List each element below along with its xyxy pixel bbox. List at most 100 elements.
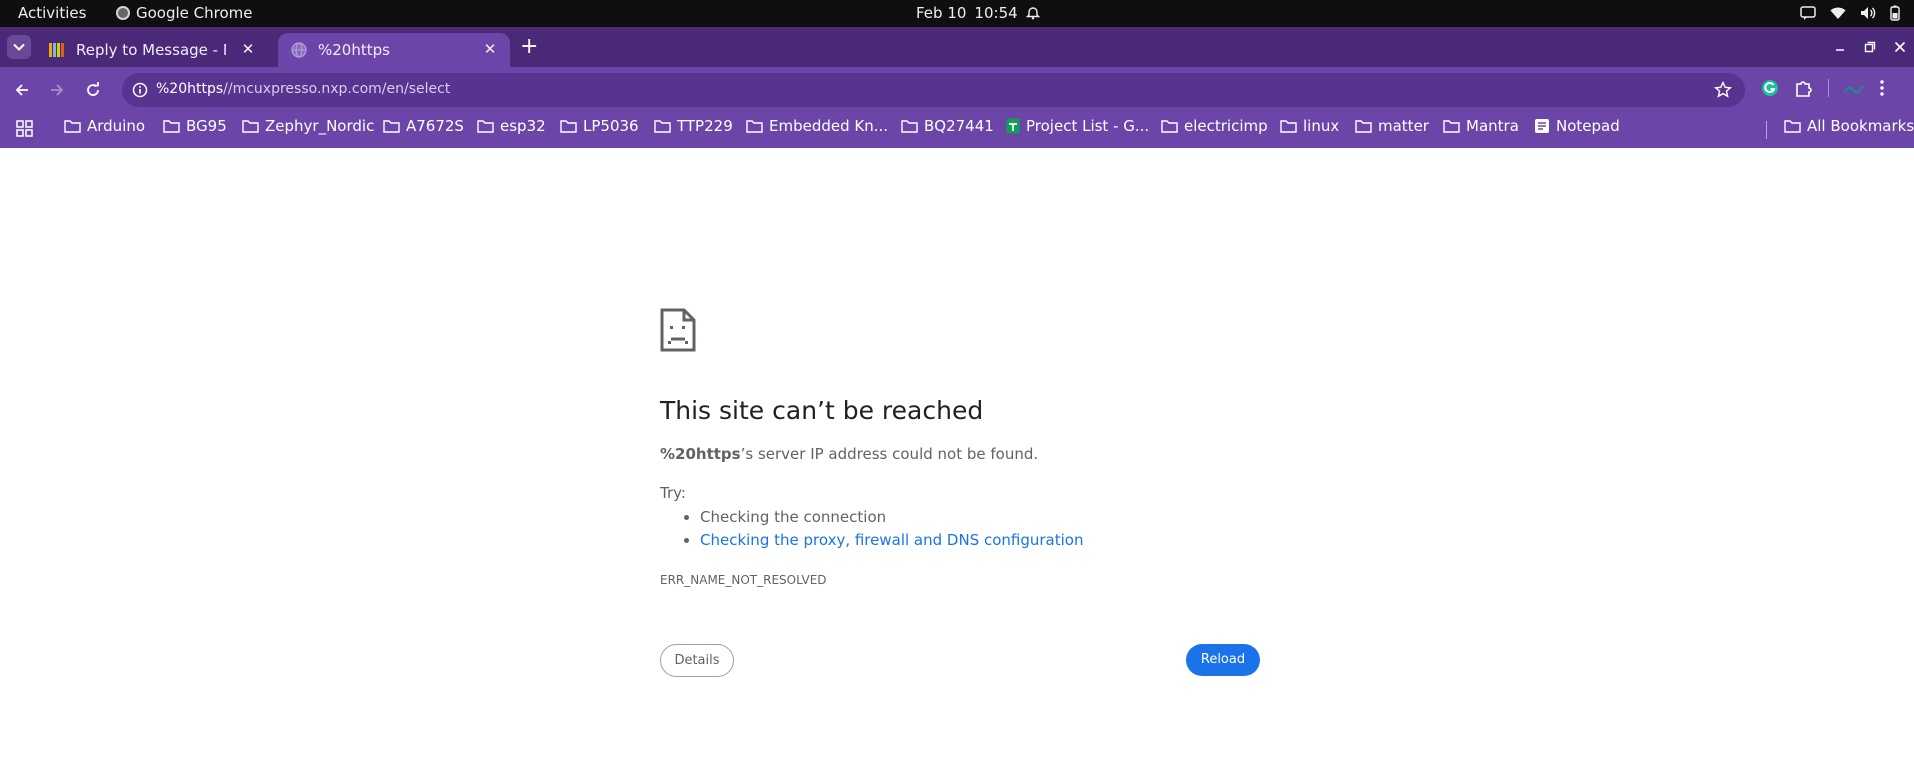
bookmark-mantra[interactable]: Mantra [1443, 117, 1519, 135]
error-title: This site can’t be reached [660, 396, 984, 425]
bookmark-label: linux [1303, 117, 1340, 135]
folder-icon [64, 120, 81, 133]
bookmark-star-icon[interactable] [1713, 80, 1733, 100]
minimize-icon[interactable] [1834, 41, 1846, 53]
suggestions-list: Checking the connection Checking the pro… [700, 508, 1083, 554]
suggestion-check-connection: Checking the connection [700, 508, 1083, 526]
folder-icon [654, 120, 671, 133]
bookmark-matter[interactable]: matter [1355, 117, 1429, 135]
notepad-icon [1535, 119, 1549, 133]
app-menu[interactable]: Google Chrome [116, 4, 253, 22]
forward-button[interactable] [45, 78, 69, 102]
system-tray[interactable] [1800, 5, 1900, 21]
volume-icon[interactable] [1860, 6, 1876, 20]
bookmark-esp32[interactable]: esp32 [477, 117, 546, 135]
bookmark-electricimp[interactable]: electricimp [1161, 117, 1268, 135]
bookmark-arduino[interactable]: Arduino [64, 117, 145, 135]
battery-icon[interactable] [1890, 5, 1900, 21]
bookmark-lp5036[interactable]: LP5036 [560, 117, 639, 135]
tab-20https[interactable]: %20https ✕ [278, 33, 510, 67]
bookmark-a7672s[interactable]: A7672S [383, 117, 464, 135]
bookmark-label: TTP229 [677, 117, 733, 135]
tab-title: %20https [318, 41, 390, 59]
folder-icon [1161, 120, 1178, 133]
bookmark-label: Arduino [87, 117, 146, 135]
restore-icon[interactable] [1864, 41, 1876, 53]
extensions-icon[interactable] [1794, 78, 1814, 98]
apps-shortcut-button[interactable] [16, 120, 33, 137]
close-tab-icon[interactable]: ✕ [482, 41, 498, 57]
proxy-dns-link[interactable]: Checking the proxy, firewall and DNS con… [700, 531, 1083, 549]
suggestion-check-proxy: Checking the proxy, firewall and DNS con… [700, 531, 1083, 549]
app-name: Google Chrome [136, 4, 253, 22]
bookmark-label: Mantra [1466, 117, 1519, 135]
bookmark-label: Project List - G... [1026, 117, 1150, 135]
tab-search-button[interactable] [7, 35, 31, 59]
toolbar-actions [1760, 78, 1885, 98]
details-button[interactable]: Details [660, 644, 734, 677]
folder-icon [242, 120, 259, 133]
close-window-icon[interactable] [1894, 41, 1906, 53]
folder-icon [560, 120, 577, 133]
window-controls [1834, 27, 1914, 67]
back-button[interactable] [10, 78, 34, 102]
bookmark-project-list[interactable]: Project List - G... [1006, 117, 1149, 135]
new-tab-button[interactable]: + [520, 36, 538, 58]
folder-icon [1280, 120, 1297, 133]
close-tab-icon[interactable]: ✕ [240, 41, 256, 57]
all-bookmarks-label: All Bookmarks [1807, 117, 1914, 135]
error-code: ERR_NAME_NOT_RESOLVED [660, 573, 827, 587]
url-host: %20https [156, 81, 224, 97]
clock-time: 10:54 [974, 4, 1018, 22]
folder-icon [1784, 120, 1801, 133]
page-content: This site can’t be reached %20https’s se… [0, 148, 1914, 784]
bookmark-bq27441[interactable]: BQ27441 [901, 117, 994, 135]
wifi-icon[interactable] [1830, 7, 1846, 20]
profile-avatar-icon[interactable] [1843, 78, 1865, 98]
error-host-suffix: ’s server IP address could not be found. [740, 445, 1039, 463]
bookmarks-divider [1766, 121, 1767, 139]
folder-icon [1443, 120, 1460, 133]
all-bookmarks-button[interactable]: All Bookmarks [1784, 117, 1914, 135]
chat-icon[interactable] [1800, 6, 1816, 20]
bookmark-label: electricimp [1184, 117, 1268, 135]
bookmark-zephyr-nordic[interactable]: Zephyr_Nordic [242, 117, 374, 135]
tab-strip: Reply to Message - NXP ✕ %20https ✕ + [0, 27, 1914, 67]
bookmark-label: Zephyr_Nordic [265, 117, 375, 135]
bookmark-bg95[interactable]: BG95 [163, 117, 227, 135]
site-info-icon[interactable] [130, 80, 150, 100]
system-top-bar: Activities Google Chrome Feb 10 10:54 [0, 0, 1914, 27]
clock[interactable]: Feb 10 10:54 [916, 4, 1040, 22]
browser-toolbar: %20https//mcuxpresso.nxp.com/en/select [0, 67, 1914, 113]
bookmark-ttp229[interactable]: TTP229 [654, 117, 733, 135]
globe-icon [291, 42, 307, 58]
bookmark-label: Notepad [1556, 117, 1620, 135]
address-bar[interactable]: %20https//mcuxpresso.nxp.com/en/select [122, 73, 1745, 107]
bookmark-label: BG95 [186, 117, 227, 135]
grammarly-icon[interactable] [1760, 78, 1780, 98]
bookmark-embedded-kn[interactable]: Embedded Kn... [746, 117, 888, 135]
bookmark-label: matter [1378, 117, 1429, 135]
folder-icon [163, 120, 180, 133]
try-label: Try: [660, 484, 686, 502]
folder-icon [477, 120, 494, 133]
error-host: %20https [660, 445, 741, 463]
alarm-icon [1025, 6, 1040, 20]
arrow-left-icon [15, 84, 28, 96]
tab-reply-to-message[interactable]: Reply to Message - NXP ✕ [36, 33, 268, 67]
nxp-community-icon [49, 43, 64, 57]
activities-button[interactable]: Activities [18, 4, 86, 22]
bookmark-label: LP5036 [583, 117, 639, 135]
error-description: %20https’s server IP address could not b… [660, 445, 1038, 463]
reload-button[interactable]: Reload [1186, 644, 1260, 676]
bookmark-label: A7672S [406, 117, 464, 135]
sheets-icon [1006, 118, 1020, 134]
bookmark-linux[interactable]: linux [1280, 117, 1339, 135]
bookmark-label: BQ27441 [924, 117, 994, 135]
chevron-down-icon [13, 43, 25, 51]
reload-page-button[interactable] [81, 78, 105, 102]
folder-icon [1355, 120, 1372, 133]
kebab-menu-icon[interactable] [1879, 78, 1885, 98]
bookmark-notepad[interactable]: Notepad [1534, 117, 1620, 135]
url-text[interactable]: %20https//mcuxpresso.nxp.com/en/select [156, 81, 450, 97]
